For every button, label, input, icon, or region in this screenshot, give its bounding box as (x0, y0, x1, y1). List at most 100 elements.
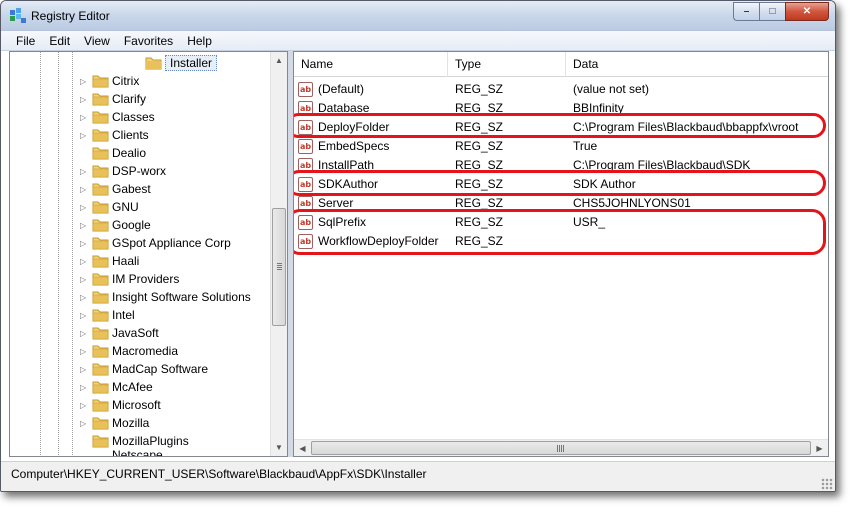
menu-favorites[interactable]: Favorites (117, 34, 180, 48)
tree-item-label: Installer (165, 55, 218, 71)
value-name: (Default) (318, 82, 365, 96)
tree-item-label: Macromedia (112, 344, 179, 358)
tree-item-intel[interactable]: ▷ Intel (10, 306, 275, 324)
tree-item-label: MadCap Software (112, 362, 209, 376)
tree-item-citrix[interactable]: ▷ Citrix (10, 72, 275, 90)
tree-item-insight-software-solutions[interactable]: ▷ Insight Software Solutions (10, 288, 275, 306)
expand-arrow-icon[interactable]: ▷ (80, 257, 88, 266)
menu-file[interactable]: File (9, 34, 42, 48)
tree-item-im-providers[interactable]: ▷ IM Providers (10, 270, 275, 288)
tree-item-clarify[interactable]: ▷ Clarify (10, 90, 275, 108)
tree-item-haali[interactable]: ▷ Haali (10, 252, 275, 270)
values-list[interactable]: Name Type Data ab (Default) REG_SZ (value n… (293, 51, 829, 457)
expand-arrow-icon[interactable]: ▷ (80, 239, 88, 248)
folder-icon (92, 272, 109, 286)
expand-arrow-icon[interactable]: ▷ (80, 329, 88, 338)
tree-item-gspot-appliance-corp[interactable]: ▷ GSpot Appliance Corp (10, 234, 275, 252)
tree-item-installer[interactable]: Installer (10, 54, 275, 72)
value-type: REG_SZ (455, 139, 504, 153)
list-horizontal-scrollbar[interactable]: ◀ ▶ (294, 439, 828, 456)
expand-arrow-icon[interactable]: ▷ (80, 383, 88, 392)
expand-arrow-icon[interactable]: ▷ (80, 419, 88, 428)
tree-item-partial[interactable]: Netscape (10, 448, 275, 456)
scroll-left-arrow-icon[interactable]: ◀ (294, 440, 311, 456)
value-row-embedspecs[interactable]: ab EmbedSpecs REG_SZ True (294, 137, 828, 156)
tree-item-gabest[interactable]: ▷ Gabest (10, 180, 275, 198)
tree-item-label: JavaSoft (112, 326, 159, 340)
menu-help[interactable]: Help (180, 34, 219, 48)
tree-item-label: Google (112, 218, 151, 232)
scroll-up-arrow-icon[interactable]: ▲ (271, 52, 287, 69)
expand-arrow-icon[interactable]: ▷ (80, 113, 88, 122)
expand-arrow-icon[interactable]: ▷ (80, 131, 88, 140)
highlight-ellipse (294, 209, 826, 255)
tree-item-macromedia[interactable]: ▷ Macromedia (10, 342, 275, 360)
tree-item-javasoft[interactable]: ▷ JavaSoft (10, 324, 275, 342)
registry-editor-app-icon[interactable] (9, 7, 27, 25)
expand-arrow-icon[interactable]: ▷ (80, 185, 88, 194)
folder-icon (92, 92, 109, 106)
tree-item-label: Microsoft (112, 398, 161, 412)
menu-edit[interactable]: Edit (42, 34, 77, 48)
scroll-down-arrow-icon[interactable]: ▼ (271, 439, 287, 456)
tree-item-dsp-worx[interactable]: ▷ DSP-worx (10, 162, 275, 180)
caption-buttons: – □ ✕ (733, 2, 829, 21)
minimize-button[interactable]: – (733, 2, 759, 21)
value-row--default-[interactable]: ab (Default) REG_SZ (value not set) (294, 80, 828, 99)
expand-arrow-icon[interactable]: ▷ (80, 293, 88, 302)
folder-icon (92, 200, 109, 214)
horizontal-scroll-thumb[interactable] (311, 441, 811, 455)
menu-view[interactable]: View (77, 34, 117, 48)
tree-item-dealio[interactable]: Dealio (10, 144, 275, 162)
scroll-right-arrow-icon[interactable]: ▶ (811, 440, 828, 456)
value-data: CHS5JOHNLYONS01 (573, 196, 691, 210)
tree-item-classes[interactable]: ▷ Classes (10, 108, 275, 126)
expand-arrow-icon[interactable]: ▷ (80, 167, 88, 176)
tree-vertical-scrollbar[interactable]: ▲ ▼ (270, 52, 287, 456)
folder-open-icon (145, 56, 162, 70)
tree-item-mcafee[interactable]: ▷ McAfee (10, 378, 275, 396)
tree-item-mozilla[interactable]: ▷ Mozilla (10, 414, 275, 432)
close-button[interactable]: ✕ (785, 2, 829, 21)
expand-arrow-icon[interactable]: ▷ (80, 275, 88, 284)
column-header-data[interactable]: Data (566, 52, 828, 77)
expand-arrow-icon[interactable]: ▷ (80, 311, 88, 320)
menu-bar: File Edit View Favorites Help (1, 31, 835, 51)
tree-item-clients[interactable]: ▷ Clients (10, 126, 275, 144)
registry-editor-window: Registry Editor – □ ✕ File Edit View Fav… (0, 0, 836, 492)
tree-item-label: Mozilla (112, 416, 150, 430)
maximize-button[interactable]: □ (759, 2, 785, 21)
folder-icon (92, 182, 109, 196)
folder-icon (92, 290, 109, 304)
folder-icon (92, 434, 109, 448)
tree-item-google[interactable]: ▷ Google (10, 216, 275, 234)
column-header-type[interactable]: Type (448, 52, 566, 77)
tree-item-gnu[interactable]: ▷ GNU (10, 198, 275, 216)
folder-icon (92, 146, 109, 160)
resize-grip-icon[interactable] (821, 478, 833, 490)
title-bar[interactable]: Registry Editor – □ ✕ (1, 1, 835, 31)
tree-item-microsoft[interactable]: ▷ Microsoft (10, 396, 275, 414)
registry-tree[interactable]: Installer ▷ Citrix ▷ Clarify ▷ Classes ▷ Client… (9, 51, 288, 457)
folder-icon (92, 110, 109, 124)
expand-arrow-icon[interactable]: ▷ (80, 401, 88, 410)
tree-item-label: Intel (112, 308, 135, 322)
tree-item-label: DSP-worx (112, 164, 167, 178)
value-name: EmbedSpecs (318, 139, 390, 153)
expand-arrow-icon[interactable]: ▷ (80, 203, 88, 212)
expand-arrow-icon[interactable]: ▷ (80, 347, 88, 356)
column-header-name[interactable]: Name (294, 52, 448, 77)
tree-item-label: GNU (112, 200, 139, 214)
expand-arrow-icon[interactable]: ▷ (80, 95, 88, 104)
expand-arrow-icon[interactable]: ▷ (80, 365, 88, 374)
scroll-thumb[interactable] (272, 208, 286, 326)
folder-icon (92, 308, 109, 322)
folder-icon (92, 326, 109, 340)
value-name: Server (318, 196, 354, 210)
folder-icon (92, 74, 109, 88)
tree-item-label: McAfee (112, 380, 153, 394)
tree-item-madcap-software[interactable]: ▷ MadCap Software (10, 360, 275, 378)
expand-arrow-icon[interactable]: ▷ (80, 221, 88, 230)
expand-arrow-icon[interactable]: ▷ (80, 77, 88, 86)
folder-icon (92, 416, 109, 430)
